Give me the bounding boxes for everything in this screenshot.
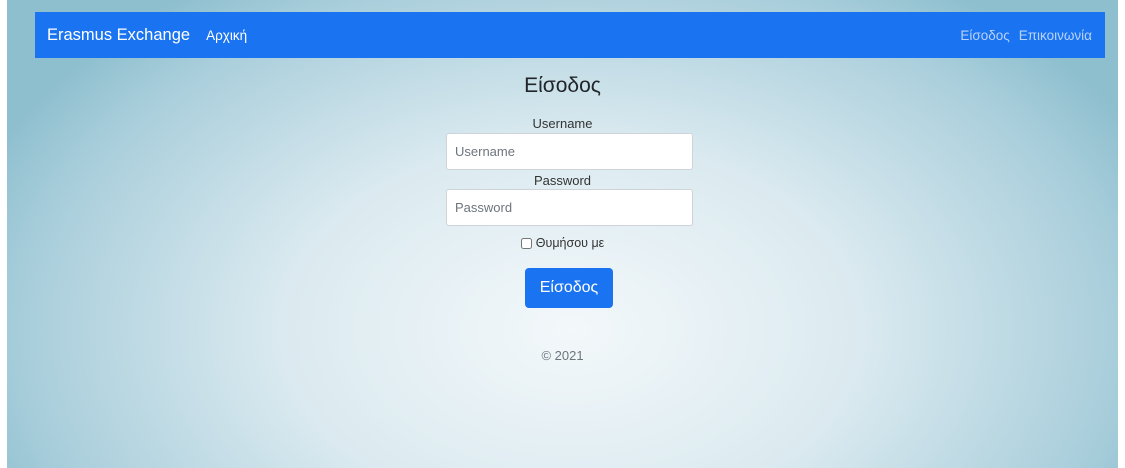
nav-link-contact[interactable]: Επικοινωνία: [1019, 28, 1092, 43]
page-viewport: Erasmus Exchange Αρχική Είσοδος Επικοινω…: [7, 0, 1118, 468]
navbar: Erasmus Exchange Αρχική Είσοδος Επικοινω…: [35, 12, 1105, 58]
remember-me-label[interactable]: Θυμήσου με: [536, 236, 604, 250]
login-submit-button[interactable]: Είσοδος: [525, 268, 613, 308]
password-label: Password: [533, 173, 592, 188]
nav-link-login[interactable]: Είσοδος: [960, 28, 1009, 43]
remember-me-checkbox[interactable]: [520, 237, 532, 249]
remember-me-row: Θυμήσου με: [7, 236, 1118, 250]
navbar-brand[interactable]: Erasmus Exchange: [47, 26, 190, 45]
navbar-right-links: Είσοδος Επικοινωνία: [960, 28, 1092, 43]
login-form-title: Είσοδος: [524, 74, 601, 97]
footer-copyright: © 2021: [541, 348, 584, 363]
username-input[interactable]: [446, 133, 693, 170]
password-input[interactable]: [446, 189, 693, 226]
username-label: Username: [532, 116, 593, 131]
nav-link-home[interactable]: Αρχική: [206, 28, 247, 43]
